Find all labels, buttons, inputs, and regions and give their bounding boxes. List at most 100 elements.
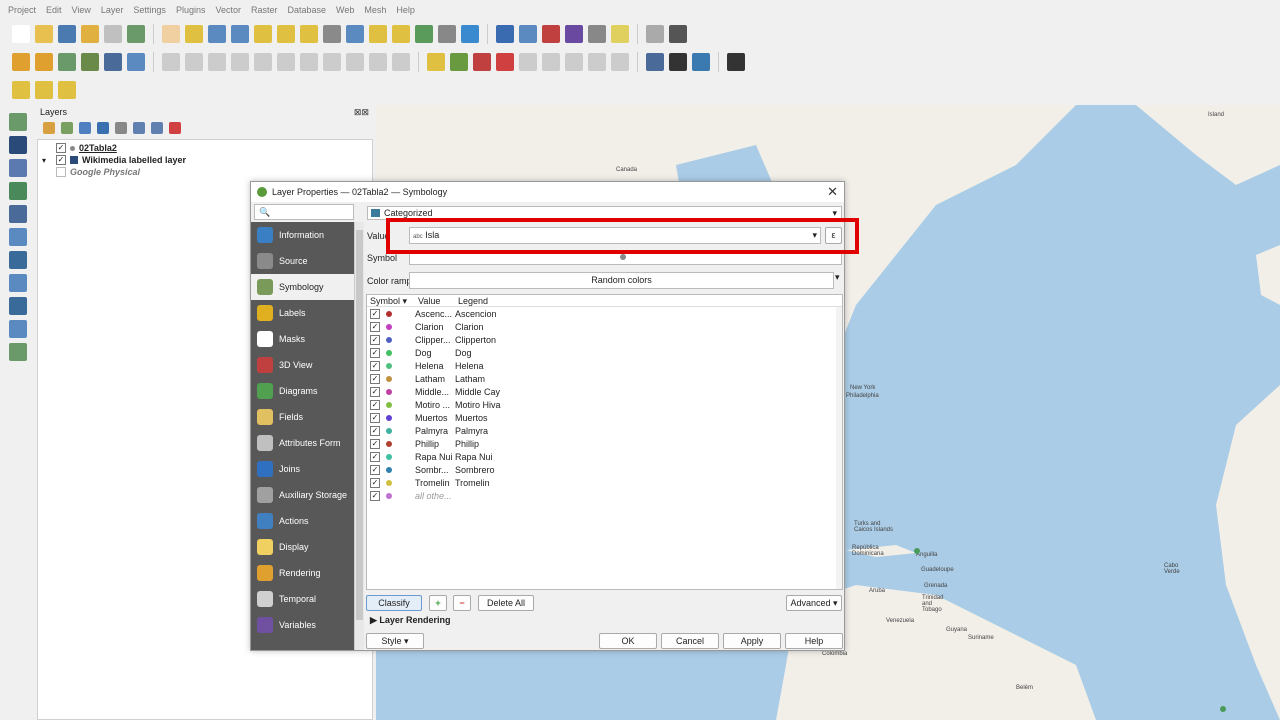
tb1-icon-3[interactable] [81,25,99,43]
tb1-icon-30[interactable] [669,25,687,43]
row-legend[interactable]: Sombrero [455,465,575,475]
nav-item-source[interactable]: Source [251,248,354,274]
add-layer-icon-4[interactable] [8,205,27,223]
table-row[interactable]: ✓ Sombr... Sombrero [367,463,842,476]
table-row[interactable]: ✓ Phillip Phillip [367,437,842,450]
table-row[interactable]: ✓ Palmyra Palmyra [367,424,842,437]
tb1-icon-27[interactable] [611,25,629,43]
tb2-icon-16[interactable] [369,53,387,71]
table-row[interactable]: ✓ Ascenc... Ascencion [367,307,842,320]
add-layer-icon-1[interactable] [8,136,27,154]
tb1-icon-15[interactable] [346,25,364,43]
row-value[interactable]: Tromelin [415,478,455,488]
symbol-swatch[interactable] [386,414,392,421]
row-legend[interactable]: Rapa Nui [455,452,575,462]
row-value[interactable]: Motiro ... [415,400,455,410]
tb2-icon-17[interactable] [392,53,410,71]
tb1-icon-11[interactable] [254,25,272,43]
menu-project[interactable]: Project [8,5,36,15]
properties-search-input[interactable]: 🔍 [254,204,354,220]
nav-item-3d-view[interactable]: 3D View [251,352,354,378]
menu-settings[interactable]: Settings [133,5,166,15]
category-checkbox[interactable]: ✓ [370,412,380,423]
table-row[interactable]: ✓ Helena Helena [367,359,842,372]
symbol-swatch[interactable] [386,349,392,356]
tb1-icon-13[interactable] [300,25,318,43]
symbol-swatch[interactable] [386,362,392,369]
tb2-icon-1[interactable] [35,53,53,71]
tb1-icon-23[interactable] [519,25,537,43]
category-checkbox[interactable]: ✓ [370,308,380,319]
tb2-icon-27[interactable] [611,53,629,71]
properties-nav-scrollbar[interactable] [354,222,364,650]
tb2-icon-3[interactable] [81,53,99,71]
add-category-button[interactable]: + [429,595,447,611]
tb1-icon-5[interactable] [127,25,145,43]
menu-vector[interactable]: Vector [215,5,241,15]
row-legend[interactable]: Dog [455,348,575,358]
tb2-icon-14[interactable] [323,53,341,71]
symbol-swatch[interactable] [386,427,392,434]
tb1-icon-14[interactable] [323,25,341,43]
tb2-icon-9[interactable] [208,53,226,71]
add-layer-icon-0[interactable] [8,113,27,131]
symbol-swatch[interactable] [386,453,392,460]
tb1-icon-16[interactable] [369,25,387,43]
menu-plugins[interactable]: Plugins [176,5,206,15]
add-group-icon[interactable] [61,122,73,134]
column-header-legend[interactable]: Legend [455,295,575,306]
row-legend[interactable]: Tromelin [455,478,575,488]
column-header-value[interactable]: Value [415,295,455,306]
tb1-icon-22[interactable] [496,25,514,43]
row-value[interactable]: Clarion [415,322,455,332]
add-layer-icon-3[interactable] [8,182,27,200]
tb2-icon-4[interactable] [104,53,122,71]
tb2-icon-22[interactable] [496,53,514,71]
filter-expression-icon[interactable] [115,122,127,134]
table-row[interactable]: ✓ Clarion Clarion [367,320,842,333]
add-layer-icon-2[interactable] [8,159,27,177]
tb2-icon-7[interactable] [162,53,180,71]
menu-mesh[interactable]: Mesh [364,5,386,15]
tb1-icon-25[interactable] [565,25,583,43]
menu-layer[interactable]: Layer [101,5,124,15]
row-value[interactable]: Latham [415,374,455,384]
row-value[interactable]: Muertos [415,413,455,423]
nav-item-temporal[interactable]: Temporal [251,586,354,612]
close-icon[interactable]: ✕ [827,184,838,200]
tb2-icon-31[interactable] [692,53,710,71]
classify-button[interactable]: Classify [366,595,422,611]
nav-item-joins[interactable]: Joins [251,456,354,482]
row-value[interactable]: Phillip [415,439,455,449]
tb2-icon-26[interactable] [588,53,606,71]
map-point-marker[interactable] [914,548,920,554]
category-checkbox[interactable]: ✓ [370,373,380,384]
nav-item-attributes-form[interactable]: Attributes Form [251,430,354,456]
nav-item-variables[interactable]: Variables [251,612,354,638]
row-legend[interactable]: Clipperton [455,335,575,345]
help-button[interactable]: Help [785,633,843,649]
tb1-icon-29[interactable] [646,25,664,43]
scrollbar-thumb[interactable] [356,230,363,620]
add-layer-icon-10[interactable] [8,343,27,361]
row-legend[interactable]: Middle Cay [455,387,575,397]
row-value[interactable]: Dog [415,348,455,358]
tb2-icon-30[interactable] [669,53,687,71]
nav-item-labels[interactable]: Labels [251,300,354,326]
category-checkbox[interactable]: ✓ [370,347,380,358]
tb2-icon-12[interactable] [277,53,295,71]
column-header-symbol[interactable]: Symbol ▾ [367,295,415,306]
tb1-icon-18[interactable] [415,25,433,43]
tb2-icon-25[interactable] [565,53,583,71]
row-value[interactable]: Ascenc... [415,309,455,319]
table-row[interactable]: ✓ Tromelin Tromelin [367,476,842,489]
nav-item-diagrams[interactable]: Diagrams [251,378,354,404]
category-checkbox[interactable]: ✓ [370,490,380,501]
table-row[interactable]: ✓ Muertos Muertos [367,411,842,424]
nav-item-actions[interactable]: Actions [251,508,354,534]
nav-item-symbology[interactable]: Symbology [251,274,354,300]
table-row[interactable]: ✓ Motiro ... Motiro Hiva [367,398,842,411]
row-legend[interactable]: Ascencion [455,309,575,319]
tb2-icon-21[interactable] [473,53,491,71]
category-checkbox[interactable]: ✓ [370,477,380,488]
